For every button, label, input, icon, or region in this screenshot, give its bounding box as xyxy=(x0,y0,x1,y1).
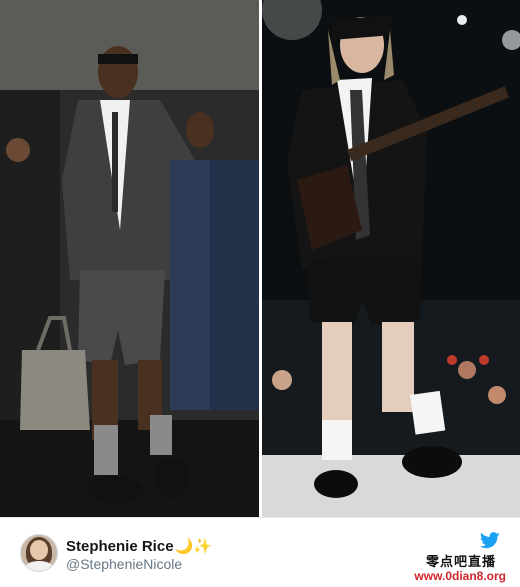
tweet-author-bar: Stephenie Rice🌙✨ @StephenieNicole 零点吧直播 … xyxy=(0,517,520,587)
watermark-chinese-text: 零点吧直播 xyxy=(425,554,496,569)
profile-avatar[interactable] xyxy=(20,534,58,572)
author-handle[interactable]: @StephenieNicole xyxy=(66,556,182,572)
author-name-text: Stephenie Rice xyxy=(66,538,174,555)
watermark-url-text: www.0dian8.org xyxy=(414,569,506,583)
author-display-name[interactable]: Stephenie Rice🌙✨ xyxy=(66,537,212,555)
moon-sparkles-emoji: 🌙✨ xyxy=(174,538,212,555)
twitter-bird-icon[interactable] xyxy=(480,532,500,549)
tweet-media[interactable] xyxy=(0,0,520,517)
photo-left-suit-shorts[interactable] xyxy=(0,0,259,517)
photo-right-guitarist[interactable] xyxy=(262,0,520,517)
